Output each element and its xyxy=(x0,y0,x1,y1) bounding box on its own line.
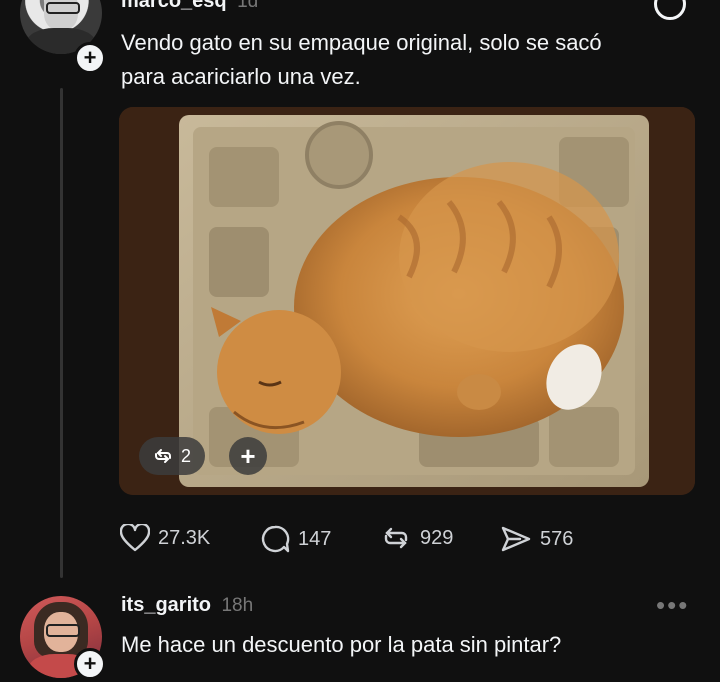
post-text: Me hace un descuento por la pata sin pin… xyxy=(121,628,701,662)
repost-button[interactable]: 929 xyxy=(380,524,453,552)
cat-in-box-illustration xyxy=(119,107,695,495)
post-header: marco_esq 1d xyxy=(121,0,258,13)
like-button[interactable]: 27.3K xyxy=(120,524,210,552)
add-media-button[interactable]: + xyxy=(229,437,267,475)
username[interactable]: marco_esq xyxy=(121,0,227,12)
thread-line xyxy=(60,88,63,578)
repost-icon xyxy=(154,449,171,463)
post-text-line: Me hace un descuento por la pata sin pin… xyxy=(121,632,562,657)
reply-count: 147 xyxy=(298,527,332,550)
timestamp: 1d xyxy=(237,0,259,12)
reply-button[interactable]: 147 xyxy=(260,524,331,554)
follow-plus-button[interactable]: + xyxy=(74,648,106,680)
post-text-line: para acariciarlo una vez. xyxy=(121,64,361,89)
repost-icon xyxy=(384,527,408,549)
more-options-icon[interactable]: ••• xyxy=(656,590,689,621)
post-text-line: Vendo gato en su empaque original, solo … xyxy=(121,30,602,55)
repost-chip[interactable]: 2 xyxy=(139,437,205,475)
share-button[interactable]: 576 xyxy=(500,524,573,554)
timestamp: 18h xyxy=(221,595,254,616)
like-count: 27.3K xyxy=(158,526,211,549)
more-options-icon[interactable] xyxy=(654,0,686,20)
avatar-glasses xyxy=(46,2,80,14)
share-count: 576 xyxy=(540,527,574,550)
username[interactable]: its_garito xyxy=(121,594,211,616)
avatar-glasses xyxy=(46,624,80,637)
send-icon xyxy=(501,526,531,552)
repost-chip-count: 2 xyxy=(180,445,191,466)
post-header: its_garito 18h xyxy=(121,594,253,617)
follow-plus-button[interactable]: + xyxy=(74,42,106,74)
post-text: Vendo gato en su empaque original, solo … xyxy=(121,26,701,94)
heart-icon xyxy=(120,524,150,552)
comment-icon xyxy=(261,525,290,553)
repost-count: 929 xyxy=(420,526,454,549)
post-image[interactable]: 2 + xyxy=(119,107,695,495)
